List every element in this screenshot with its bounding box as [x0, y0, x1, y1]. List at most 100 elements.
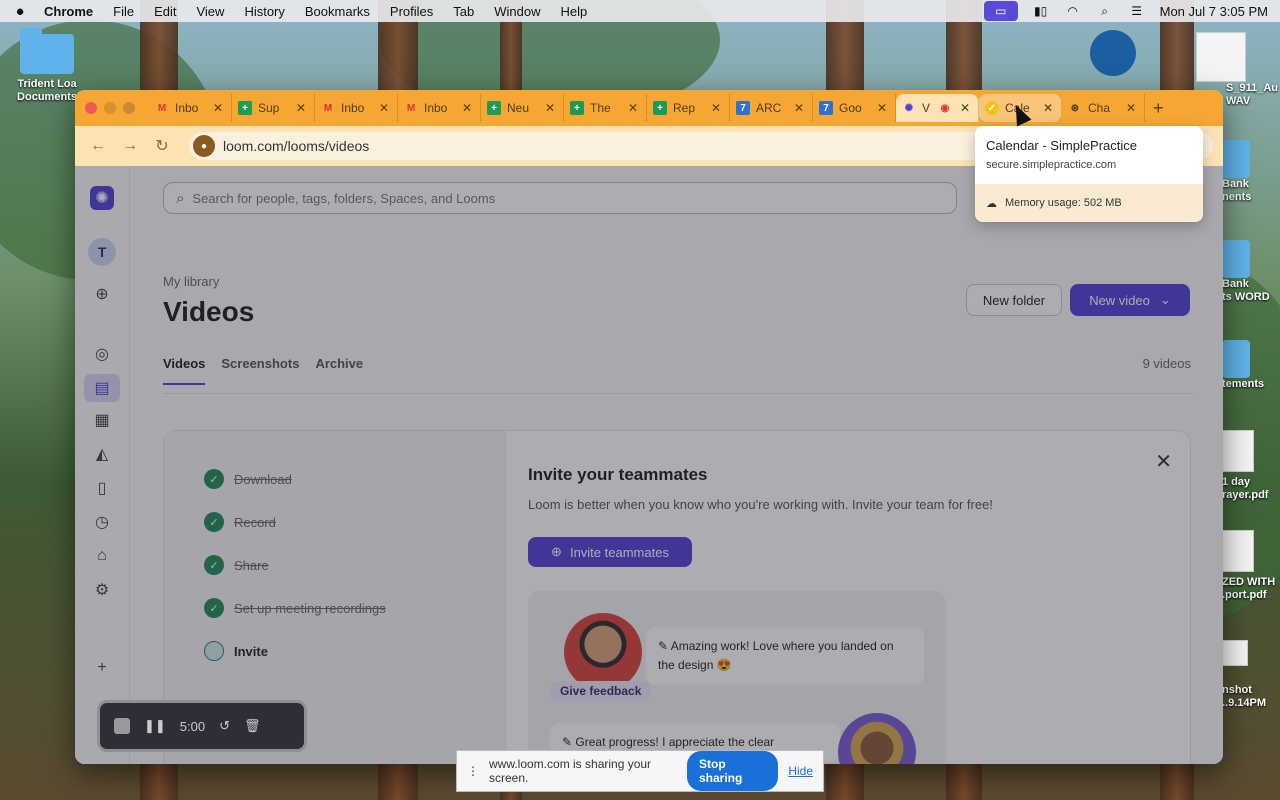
- library-icon[interactable]: ▤: [84, 374, 120, 402]
- profile-icon[interactable]: ◎: [90, 342, 114, 366]
- new-tab-button[interactable]: +: [1153, 98, 1164, 119]
- menu-bookmarks[interactable]: Bookmarks: [305, 4, 370, 19]
- tab-label: Cha: [1088, 101, 1111, 115]
- close-tab-icon[interactable]: ✕: [211, 101, 225, 115]
- close-tab-icon[interactable]: ✕: [460, 101, 474, 115]
- checklist-item[interactable]: ✓ Share: [204, 555, 269, 575]
- desktop-steam[interactable]: [1090, 30, 1136, 76]
- close-tab-icon[interactable]: ✕: [543, 101, 557, 115]
- wifi-icon[interactable]: ◠: [1064, 4, 1082, 18]
- browser-tab[interactable]: + Sup ✕: [232, 94, 315, 122]
- desktop-pdf[interactable]: 1 day rayer.pdf: [1222, 430, 1280, 502]
- close-tab-icon[interactable]: ✕: [626, 101, 640, 115]
- menu-file[interactable]: File: [113, 4, 134, 19]
- desktop-pdf[interactable]: ZED WITH .port.pdf: [1222, 530, 1280, 602]
- restart-icon[interactable]: ↺: [219, 718, 230, 734]
- browser-tab[interactable]: M Inbo ✕: [315, 94, 398, 122]
- calendar-icon[interactable]: ▦: [90, 408, 114, 432]
- desktop-screenshot[interactable]: nshot ..9.14PM: [1222, 640, 1280, 710]
- browser-tab[interactable]: 7 Goo ✕: [813, 94, 896, 122]
- close-tab-icon[interactable]: ✕: [1041, 101, 1055, 115]
- browser-tab[interactable]: M Inbo ✕: [149, 94, 232, 122]
- plus-icon[interactable]: +: [90, 656, 114, 680]
- browser-tab[interactable]: + Neu ✕: [481, 94, 564, 122]
- checklist-item[interactable]: ✓ Set up meeting recordings: [204, 598, 386, 618]
- screen-share-icon[interactable]: ▭: [983, 1, 1018, 21]
- invite-title: Invite your teammates: [528, 465, 708, 484]
- browser-tab[interactable]: ⊛ Cha ✕: [1062, 94, 1145, 122]
- page-title: Videos: [163, 296, 255, 327]
- close-tab-icon[interactable]: ✕: [875, 101, 889, 115]
- pause-icon[interactable]: ❚❚: [144, 718, 166, 734]
- avatar: [838, 713, 916, 764]
- clock-icon[interactable]: ◷: [90, 510, 114, 534]
- check-icon: ✓: [204, 512, 224, 532]
- battery-icon[interactable]: ▮▯: [1032, 4, 1050, 18]
- close-window-button[interactable]: [85, 102, 97, 114]
- menu-help[interactable]: Help: [561, 4, 588, 19]
- menu-history[interactable]: History: [244, 4, 284, 19]
- menu-view[interactable]: View: [196, 4, 224, 19]
- drag-handle-icon[interactable]: ⋮: [467, 764, 479, 778]
- menu-profiles[interactable]: Profiles: [390, 4, 433, 19]
- new-video-button[interactable]: New video ⌄: [1070, 284, 1190, 316]
- close-tab-icon[interactable]: ✕: [792, 101, 806, 115]
- add-member-icon[interactable]: ⊕: [90, 282, 114, 306]
- menu-app-name[interactable]: Chrome: [44, 4, 93, 19]
- apple-icon[interactable]: ●: [10, 3, 30, 20]
- control-center-icon[interactable]: ☰: [1128, 4, 1146, 18]
- browser-tab[interactable]: 7 ARC ✕: [730, 94, 813, 122]
- checklist-item[interactable]: ✓ Record: [204, 512, 276, 532]
- bookmark-icon[interactable]: ▯: [90, 476, 114, 500]
- desktop-file[interactable]: Bank ts WORD: [1222, 240, 1280, 304]
- menu-window[interactable]: Window: [494, 4, 540, 19]
- checklist-item[interactable]: Invite: [204, 641, 268, 661]
- hide-link[interactable]: Hide: [788, 764, 813, 778]
- tab-label: Inbo: [424, 101, 448, 115]
- stop-recording-icon[interactable]: [114, 718, 130, 734]
- new-folder-button[interactable]: New folder: [966, 284, 1062, 316]
- close-tab-icon[interactable]: ✕: [377, 101, 391, 115]
- reload-icon[interactable]: ↻: [149, 136, 175, 156]
- invite-teammates-button[interactable]: ⊕ Invite teammates: [528, 537, 692, 567]
- breadcrumb[interactable]: My library: [163, 274, 219, 289]
- loom-logo-icon[interactable]: ✺: [90, 186, 114, 210]
- checklist-item[interactable]: ✓ Download: [204, 469, 292, 489]
- desktop-file[interactable]: Bank nents: [1222, 140, 1280, 204]
- browser-tab[interactable]: + Rep ✕: [647, 94, 730, 122]
- trash-icon[interactable]: 🗑: [244, 718, 261, 734]
- gear-icon[interactable]: ⚙: [90, 578, 114, 602]
- close-tab-icon[interactable]: ✕: [709, 101, 723, 115]
- close-icon[interactable]: ✕: [1155, 449, 1172, 474]
- tab-archive[interactable]: Archive: [315, 356, 363, 385]
- search-input[interactable]: ⌕ Search for people, tags, folders, Spac…: [163, 182, 957, 214]
- zoom-window-button[interactable]: [123, 102, 135, 114]
- back-icon[interactable]: ←: [85, 137, 111, 155]
- menu-edit[interactable]: Edit: [154, 4, 176, 19]
- microphone-icon[interactable]: ●: [193, 135, 215, 157]
- minimize-window-button[interactable]: [104, 102, 116, 114]
- desktop-icon-label: tements: [1222, 378, 1265, 390]
- bell-icon[interactable]: ◭: [90, 442, 114, 466]
- screen-share-bar: ⋮ www.loom.com is sharing your screen. S…: [456, 750, 824, 792]
- tab-videos[interactable]: Videos: [163, 356, 206, 385]
- recording-timer: 5:00: [179, 718, 206, 734]
- close-tab-icon[interactable]: ✕: [1124, 101, 1138, 115]
- browser-tab[interactable]: M Inbo ✕: [398, 94, 481, 122]
- close-tab-icon[interactable]: ✕: [294, 101, 308, 115]
- browser-tab-active[interactable]: ✺ V ◉ ✕: [896, 94, 979, 122]
- forward-icon[interactable]: →: [117, 137, 143, 155]
- close-tab-icon[interactable]: ✕: [958, 101, 972, 115]
- gift-icon[interactable]: ⌂: [90, 544, 114, 568]
- tab-screenshots[interactable]: Screenshots: [221, 356, 299, 385]
- menu-tab[interactable]: Tab: [453, 4, 474, 19]
- workspace-avatar[interactable]: T: [88, 238, 116, 266]
- tooltip-url: secure.simplepractice.com: [986, 159, 1117, 171]
- gmail-icon: M: [323, 102, 333, 114]
- stop-sharing-button[interactable]: Stop sharing: [686, 751, 779, 791]
- desktop-file[interactable]: tements: [1222, 340, 1280, 391]
- search-icon[interactable]: ⌕: [1096, 4, 1114, 18]
- browser-tab[interactable]: + The ✕: [564, 94, 647, 122]
- calendar-icon: 7: [736, 101, 750, 115]
- menubar-clock[interactable]: Mon Jul 7 3:05 PM: [1160, 4, 1268, 19]
